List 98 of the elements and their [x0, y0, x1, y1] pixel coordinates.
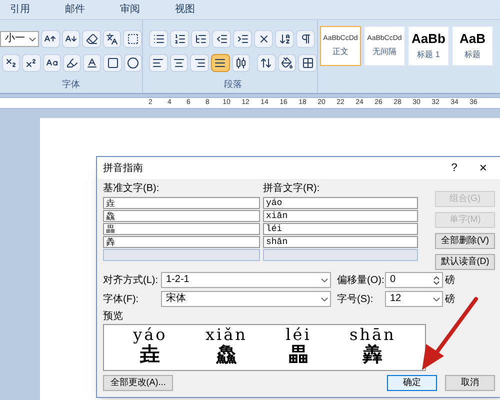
font-color-button[interactable] — [83, 54, 102, 72]
base-text-field[interactable]: 垚 — [103, 197, 260, 209]
field-label: 拼音文字(R): — [263, 182, 320, 196]
increase-indent-icon — [236, 33, 248, 45]
change-case-button[interactable] — [42, 54, 61, 72]
ruby-text-field[interactable] — [263, 249, 418, 261]
asian-layout-button[interactable] — [254, 30, 273, 48]
align-center-icon — [172, 57, 185, 69]
borders-button[interactable] — [298, 54, 318, 72]
close-button[interactable]: × — [479, 158, 487, 178]
sort-button[interactable] — [275, 30, 294, 48]
ribbon-tab[interactable]: 邮件 — [63, 2, 87, 17]
subscript-button[interactable] — [2, 54, 20, 72]
justify-button[interactable] — [210, 54, 230, 72]
ruby-text-field[interactable]: yáo — [263, 197, 418, 209]
decrease-indent-button[interactable] — [212, 30, 231, 48]
line-spacing-icon — [260, 57, 272, 69]
alignment-dropdown[interactable]: 1-2-1 — [161, 272, 331, 288]
style-gallery-item[interactable]: AaBb 标题 1 — [408, 26, 449, 66]
spinner-icon — [431, 274, 442, 286]
cancel-button[interactable]: 取消 — [445, 375, 495, 391]
preview-character: 畾 — [288, 344, 308, 367]
superscript-button[interactable] — [22, 54, 41, 72]
character-shading-button[interactable] — [103, 54, 122, 72]
subscript-icon — [5, 57, 18, 69]
font-color-icon — [86, 57, 98, 69]
offset-spinner[interactable]: 0 — [385, 272, 443, 288]
align-left-button[interactable] — [149, 54, 168, 72]
numbered-list-icon — [174, 33, 186, 45]
ok-button[interactable]: 确定 — [387, 375, 437, 391]
field-label: 基准文字(B): — [103, 182, 160, 196]
preview-pinyin: xiǎn — [205, 325, 248, 344]
eraser-button[interactable] — [82, 30, 101, 48]
style-gallery-item[interactable]: AaB 标题 — [452, 26, 493, 66]
highlighter-icon — [66, 57, 78, 69]
increase-indent-button[interactable] — [233, 30, 252, 48]
base-text-field[interactable]: 羴 — [103, 236, 260, 248]
superscript-icon — [25, 57, 38, 69]
multilevel-list-icon — [194, 33, 206, 45]
decrease-indent-icon — [216, 33, 228, 45]
paragraph-mark-button[interactable] — [296, 30, 315, 48]
field-label: 偏移量(O): — [337, 274, 385, 288]
help-button[interactable]: ? — [451, 160, 458, 176]
unit-label: 磅 — [445, 274, 455, 288]
preview-label: 预览 — [102, 310, 124, 324]
dialog-button[interactable]: 默认读音(D) — [435, 254, 495, 270]
multilevel-list-button[interactable] — [191, 30, 210, 48]
align-right-icon — [194, 57, 206, 69]
preview-pinyin: léi — [286, 325, 312, 344]
distribute-icon — [234, 57, 247, 69]
highlighter-button[interactable] — [62, 54, 82, 72]
sort-icon — [278, 33, 290, 45]
distribute-button[interactable] — [232, 54, 250, 72]
preview-character: 羴 — [362, 344, 383, 367]
align-center-button[interactable] — [170, 54, 188, 72]
dialog-button[interactable]: 全部删除(V) — [435, 233, 495, 249]
preview-pinyin: shān — [350, 325, 396, 344]
field-label: 对齐方式(L): — [103, 274, 159, 288]
size-dropdown[interactable]: 12 — [385, 291, 443, 307]
change-all-button[interactable]: 全部更改(A)... — [103, 375, 173, 391]
paint-bucket-button[interactable] — [278, 54, 296, 72]
ruby-text-field[interactable]: shān — [263, 236, 418, 248]
grow-font-button[interactable] — [41, 30, 60, 48]
phonetic-guide-button[interactable] — [102, 30, 122, 48]
shrink-font-button[interactable] — [62, 30, 80, 48]
align-left-icon — [152, 57, 164, 69]
ribbon-tab[interactable]: 审阅 — [118, 2, 142, 17]
character-border-button[interactable] — [123, 30, 142, 48]
group-label: 字体 — [61, 78, 81, 90]
font-dropdown[interactable]: 宋体 — [161, 291, 331, 307]
line-spacing-button[interactable] — [257, 54, 276, 72]
ruby-text-field[interactable]: xiān — [263, 210, 418, 222]
eraser-icon — [86, 33, 98, 45]
align-right-button[interactable] — [190, 54, 209, 72]
phonetic-guide-icon — [106, 33, 118, 45]
base-text-field[interactable]: 鱻 — [103, 210, 260, 222]
unit-label: 磅 — [445, 292, 455, 306]
ribbon-tab[interactable]: 视图 — [173, 2, 197, 17]
field-label: 字号(S): — [337, 292, 374, 306]
preview-pinyin: yáo — [133, 325, 168, 344]
enclosed-character-button[interactable] — [124, 54, 142, 72]
numbered-list-button[interactable] — [170, 30, 189, 48]
base-text-field[interactable] — [103, 249, 260, 261]
font-size-dropdown[interactable]: 小一 — [0, 31, 40, 47]
preview-character: 鱻 — [216, 344, 236, 367]
bullet-list-button[interactable] — [149, 30, 168, 48]
paragraph-mark-icon — [300, 33, 312, 45]
ruby-text-field[interactable]: léi — [263, 223, 418, 235]
preview-character: 垚 — [140, 344, 160, 367]
group-label: 段落 — [223, 78, 243, 90]
field-label: 字体(F): — [103, 292, 140, 306]
justify-icon — [214, 57, 226, 69]
ribbon-tab[interactable]: 引用 — [8, 2, 32, 17]
character-border-icon — [126, 33, 139, 45]
base-text-field[interactable]: 畾 — [103, 223, 260, 235]
dialog-title: 拼音指南 — [103, 162, 143, 176]
borders-icon — [302, 57, 314, 69]
paint-bucket-icon — [281, 57, 294, 69]
